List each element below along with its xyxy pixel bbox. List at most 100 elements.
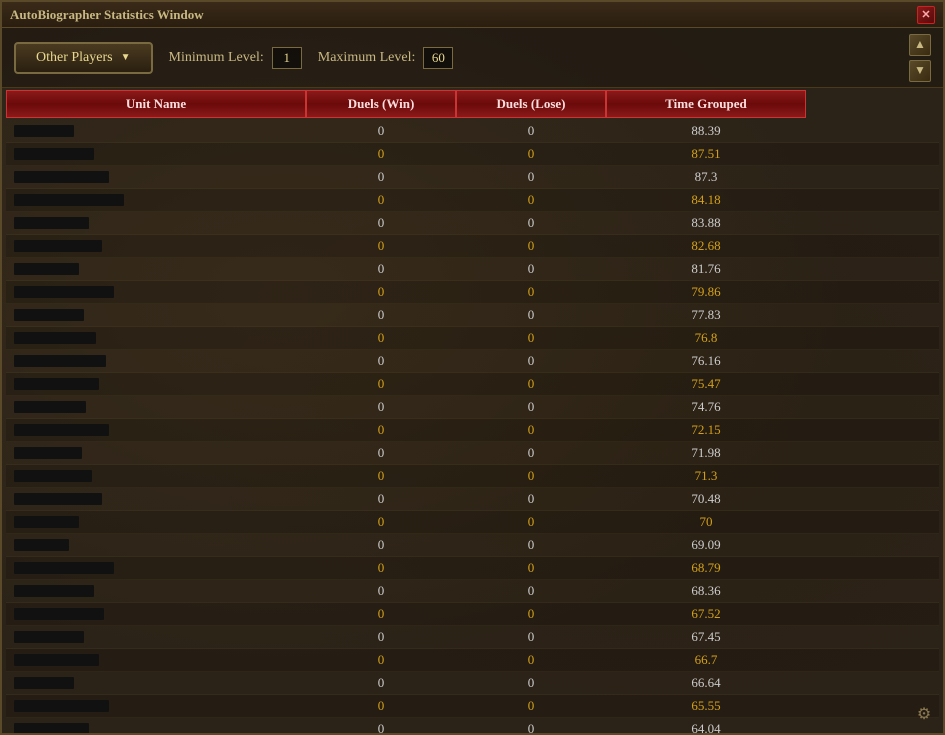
duels-win-cell: 0: [306, 373, 456, 395]
time-grouped-cell: 64.04: [606, 718, 806, 733]
settings-icon[interactable]: ⚙: [913, 703, 935, 725]
header-unit-name[interactable]: Unit Name: [6, 90, 306, 118]
time-grouped-cell: 88.39: [606, 120, 806, 142]
unit-name-cell: [6, 258, 306, 280]
main-window: AutoBiographer Statistics Window ✕ Other…: [0, 0, 945, 735]
header-time-grouped[interactable]: Time Grouped: [606, 90, 806, 118]
duels-lose-cell: 0: [456, 143, 606, 165]
duels-lose-cell: 0: [456, 120, 606, 142]
dropdown-label: Other Players: [36, 50, 113, 66]
time-grouped-cell: 76.8: [606, 327, 806, 349]
max-level-filter: Maximum Level:: [318, 47, 454, 69]
unit-name-cell: [6, 488, 306, 510]
name-bar: [14, 516, 79, 528]
time-grouped-cell: 75.47: [606, 373, 806, 395]
name-bar: [14, 217, 89, 229]
scroll-up-button[interactable]: ▲: [909, 34, 931, 56]
table-row: 0087.51: [6, 143, 939, 166]
header-duels-win[interactable]: Duels (Win): [306, 90, 456, 118]
duels-win-cell: 0: [306, 419, 456, 441]
name-bar: [14, 424, 109, 436]
name-bar: [14, 401, 86, 413]
table-row: 0074.76: [6, 396, 939, 419]
duels-win-cell: 0: [306, 327, 456, 349]
title-bar: AutoBiographer Statistics Window ✕: [2, 2, 943, 28]
time-grouped-cell: 81.76: [606, 258, 806, 280]
duels-lose-cell: 0: [456, 626, 606, 648]
chevron-down-icon: ▼: [121, 52, 131, 63]
duels-lose-cell: 0: [456, 557, 606, 579]
scroll-down-button[interactable]: ▼: [909, 60, 931, 82]
time-grouped-cell: 76.16: [606, 350, 806, 372]
unit-name-cell: [6, 557, 306, 579]
duels-lose-cell: 0: [456, 534, 606, 556]
time-grouped-cell: 66.7: [606, 649, 806, 671]
duels-lose-cell: 0: [456, 235, 606, 257]
name-bar: [14, 654, 99, 666]
name-bar: [14, 194, 124, 206]
time-grouped-cell: 68.79: [606, 557, 806, 579]
table-row: 0064.04: [6, 718, 939, 733]
unit-name-cell: [6, 235, 306, 257]
duels-win-cell: 0: [306, 281, 456, 303]
close-button[interactable]: ✕: [917, 6, 935, 24]
duels-lose-cell: 0: [456, 166, 606, 188]
table-body: 0088.390087.510087.30084.180083.880082.6…: [2, 120, 943, 733]
duels-lose-cell: 0: [456, 281, 606, 303]
table-row: 0076.16: [6, 350, 939, 373]
unit-name-cell: [6, 580, 306, 602]
duels-win-cell: 0: [306, 258, 456, 280]
duels-win-cell: 0: [306, 143, 456, 165]
duels-lose-cell: 0: [456, 442, 606, 464]
duels-lose-cell: 0: [456, 718, 606, 733]
unit-name-cell: [6, 373, 306, 395]
duels-lose-cell: 0: [456, 304, 606, 326]
duels-lose-cell: 0: [456, 511, 606, 533]
time-grouped-cell: 82.68: [606, 235, 806, 257]
unit-name-cell: [6, 626, 306, 648]
unit-name-cell: [6, 189, 306, 211]
min-level-input[interactable]: [272, 47, 302, 69]
other-players-dropdown[interactable]: Other Players ▼: [14, 42, 153, 74]
time-grouped-cell: 70: [606, 511, 806, 533]
unit-name-cell: [6, 603, 306, 625]
name-bar: [14, 148, 94, 160]
max-level-input[interactable]: [423, 47, 453, 69]
duels-win-cell: 0: [306, 350, 456, 372]
duels-win-cell: 0: [306, 672, 456, 694]
unit-name-cell: [6, 534, 306, 556]
duels-lose-cell: 0: [456, 396, 606, 418]
max-level-label: Maximum Level:: [318, 50, 416, 66]
duels-lose-cell: 0: [456, 327, 606, 349]
name-bar: [14, 723, 89, 733]
duels-win-cell: 0: [306, 534, 456, 556]
duels-lose-cell: 0: [456, 419, 606, 441]
unit-name-cell: [6, 649, 306, 671]
table-row: 0067.52: [6, 603, 939, 626]
name-bar: [14, 585, 94, 597]
name-bar: [14, 378, 99, 390]
unit-name-cell: [6, 281, 306, 303]
duels-win-cell: 0: [306, 396, 456, 418]
header-duels-lose[interactable]: Duels (Lose): [456, 90, 606, 118]
unit-name-cell: [6, 511, 306, 533]
duels-win-cell: 0: [306, 304, 456, 326]
name-bar: [14, 470, 92, 482]
duels-win-cell: 0: [306, 557, 456, 579]
name-bar: [14, 240, 102, 252]
time-grouped-cell: 68.36: [606, 580, 806, 602]
table-row: 0070.48: [6, 488, 939, 511]
time-grouped-cell: 71.98: [606, 442, 806, 464]
name-bar: [14, 332, 96, 344]
unit-name-cell: [6, 212, 306, 234]
duels-lose-cell: 0: [456, 189, 606, 211]
name-bar: [14, 447, 82, 459]
window-title: AutoBiographer Statistics Window: [10, 7, 204, 23]
table-row: 0066.7: [6, 649, 939, 672]
name-bar: [14, 539, 69, 551]
time-grouped-cell: 74.76: [606, 396, 806, 418]
table-row: 0066.64: [6, 672, 939, 695]
duels-win-cell: 0: [306, 580, 456, 602]
duels-win-cell: 0: [306, 189, 456, 211]
duels-lose-cell: 0: [456, 373, 606, 395]
